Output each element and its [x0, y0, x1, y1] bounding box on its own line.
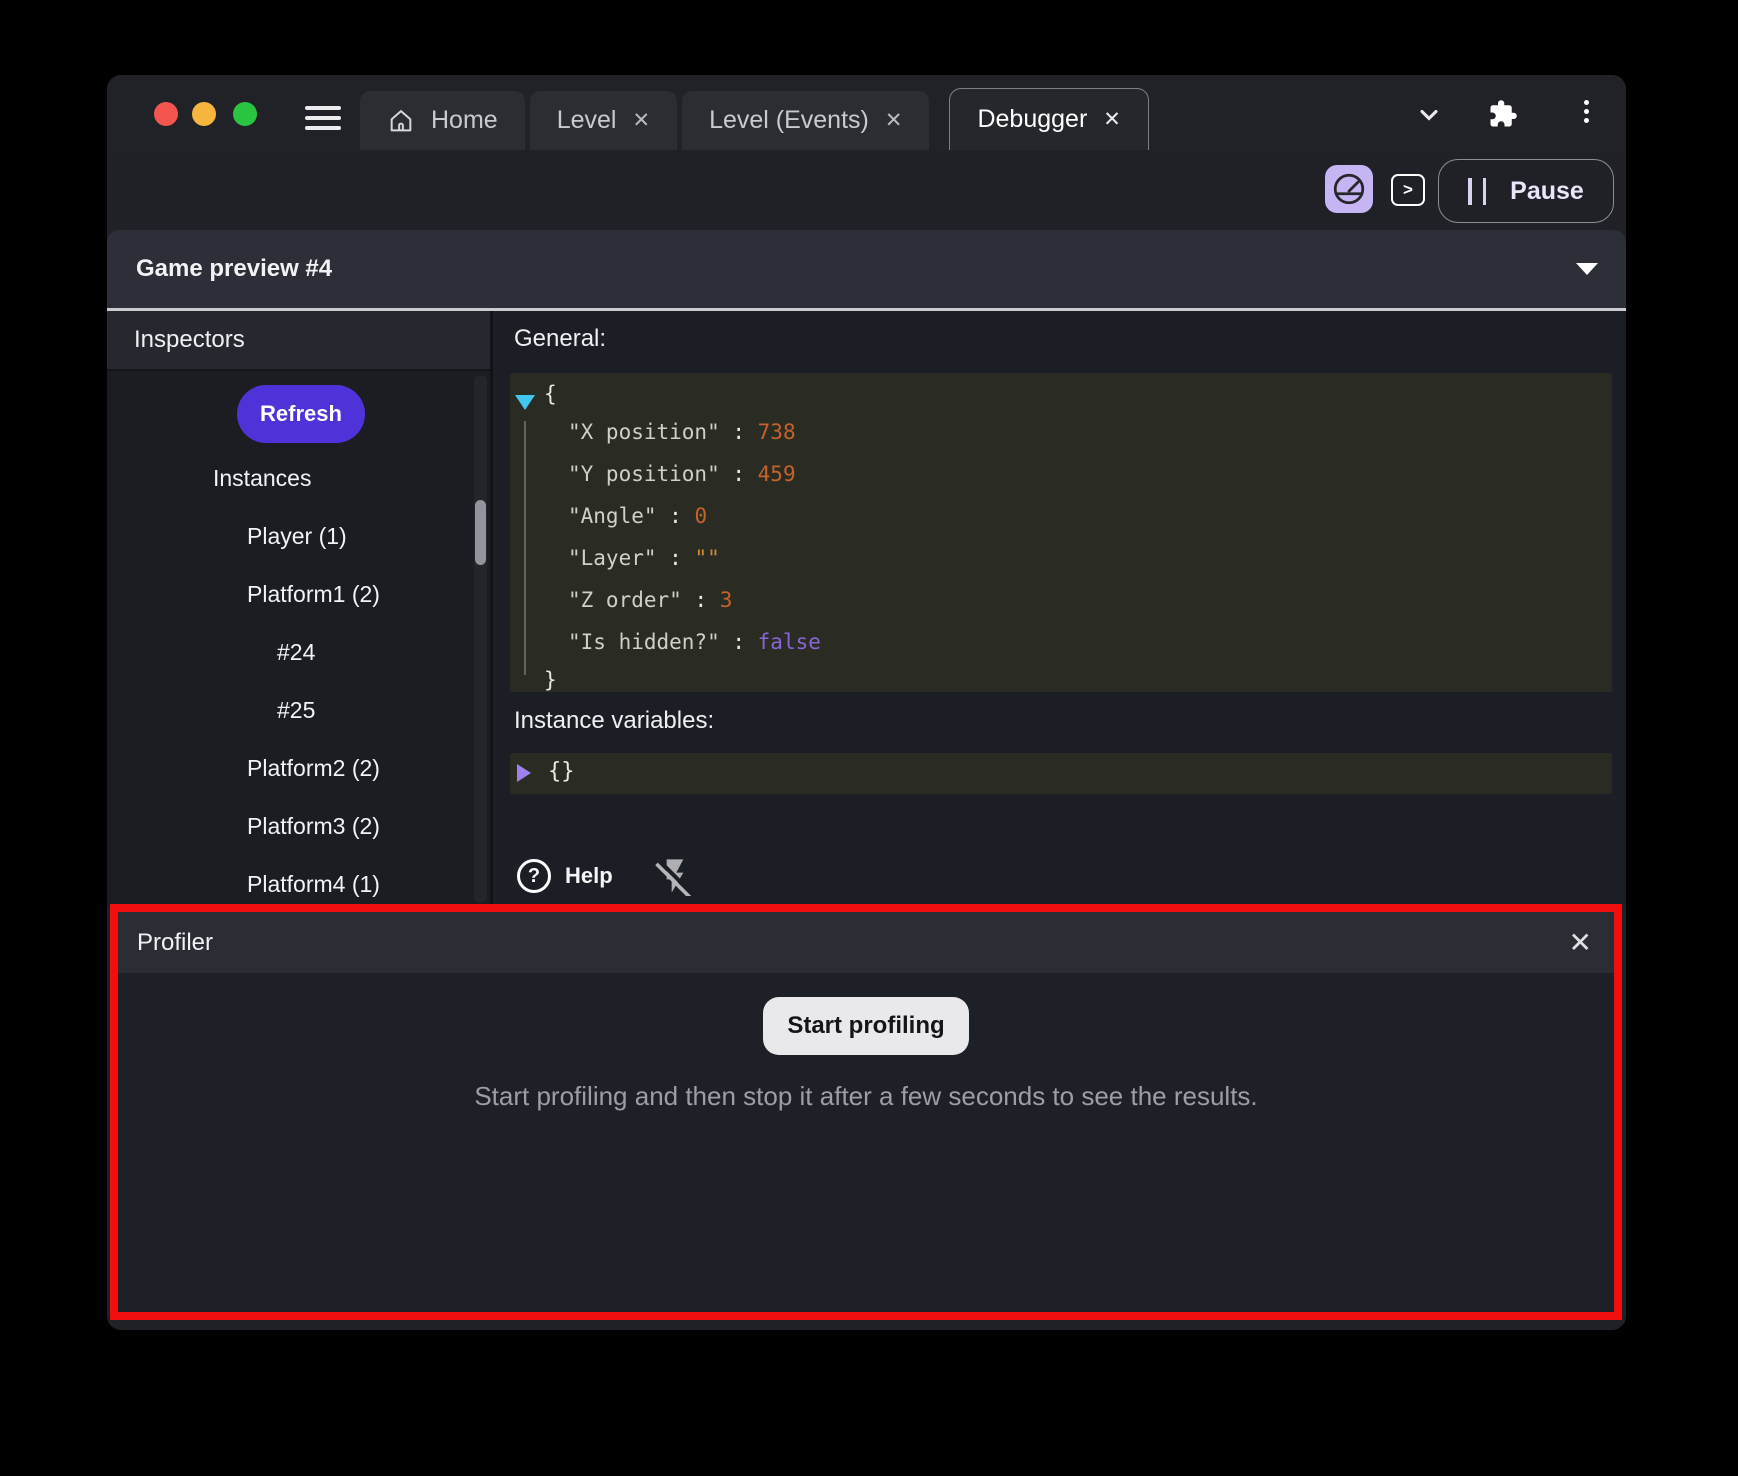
json-property-row: "X position" : 738: [544, 411, 1602, 453]
tab-home[interactable]: Home: [360, 91, 525, 150]
inspector-tree: InstancesPlayer (1)Platform1 (2)#24#25Pl…: [107, 449, 470, 907]
titlebar: Home Level ✕ Level (Events) ✕ Debugger ✕: [107, 75, 1626, 150]
game-preview-title: Game preview #4: [136, 230, 332, 308]
json-property-row: "Angle" : 0: [544, 495, 1602, 537]
tree-item[interactable]: Instances: [107, 449, 470, 507]
profiler-hint: Start profiling and then stop it after a…: [118, 1081, 1614, 1112]
tree-item[interactable]: #24: [107, 623, 470, 681]
home-icon: [387, 107, 415, 135]
more-options-kebab-icon[interactable]: [1581, 100, 1591, 127]
console-icon[interactable]: >: [1391, 174, 1425, 206]
pause-button[interactable]: Pause: [1438, 159, 1614, 223]
inspectors-header: Inspectors: [107, 311, 490, 371]
traffic-light-zoom[interactable]: [233, 102, 257, 126]
app-window: Home Level ✕ Level (Events) ✕ Debugger ✕: [107, 75, 1626, 1330]
tree-item[interactable]: Platform3 (2): [107, 797, 470, 855]
tree-item[interactable]: Platform1 (2): [107, 565, 470, 623]
collapsed-arrow-icon[interactable]: [517, 764, 531, 782]
indent-guide: [524, 421, 526, 675]
traffic-light-minimize[interactable]: [192, 102, 216, 126]
empty-object-value: {}: [548, 759, 575, 784]
tab-label: Level: [557, 106, 617, 135]
main-area: Inspectors Refresh InstancesPlayer (1)Pl…: [107, 311, 1626, 907]
hamburger-menu-icon[interactable]: [305, 106, 341, 131]
flash-off-icon[interactable]: [655, 856, 695, 896]
profiler-header: Profiler ✕: [118, 912, 1614, 973]
help-row: ? Help: [517, 855, 695, 897]
json-property-row: "Layer" : "": [544, 537, 1602, 579]
close-icon[interactable]: ✕: [885, 108, 903, 133]
tree-item[interactable]: Platform4 (1): [107, 855, 470, 907]
inspectors-title: Inspectors: [134, 311, 245, 369]
desktop-background: Home Level ✕ Level (Events) ✕ Debugger ✕: [0, 0, 1738, 1476]
inspector-content: General: {"X position" : 738"Y position"…: [493, 311, 1626, 907]
profiler-panel: Profiler ✕ Start profiling Start profili…: [110, 904, 1622, 1320]
tab-bar: Home Level ✕ Level (Events) ✕ Debugger ✕: [360, 88, 1154, 150]
general-section-label: General:: [514, 325, 606, 353]
refresh-button[interactable]: Refresh: [237, 385, 365, 443]
tree-item[interactable]: Player (1): [107, 507, 470, 565]
extensions-puzzle-icon[interactable]: [1488, 99, 1518, 129]
close-icon[interactable]: ✕: [1103, 107, 1121, 132]
tree-item[interactable]: Platform2 (2): [107, 739, 470, 797]
tab-level-events[interactable]: Level (Events) ✕: [682, 91, 929, 150]
tab-label: Home: [431, 106, 498, 135]
instance-variables-label: Instance variables:: [514, 707, 714, 735]
json-brace-row: }: [544, 663, 1602, 697]
profiler-gauge-icon[interactable]: [1325, 165, 1373, 213]
tab-debugger[interactable]: Debugger ✕: [949, 88, 1148, 150]
expand-collapse-icon[interactable]: [515, 395, 535, 410]
json-view-rows: {"X position" : 738"Y position" : 459"An…: [544, 377, 1602, 697]
sidebar-scrollbar-thumb[interactable]: [475, 500, 486, 565]
general-json-viewer: {"X position" : 738"Y position" : 459"An…: [510, 373, 1612, 692]
tree-item[interactable]: #25: [107, 681, 470, 739]
pause-icon: [1468, 178, 1486, 205]
game-preview-header[interactable]: Game preview #4: [107, 230, 1626, 308]
tab-label: Level (Events): [709, 106, 869, 135]
json-property-row: "Y position" : 459: [544, 453, 1602, 495]
instance-variables-viewer: {}: [510, 753, 1612, 794]
caret-down-icon[interactable]: [1576, 263, 1598, 275]
json-property-row: "Z order" : 3: [544, 579, 1602, 621]
inspectors-sidebar: Inspectors Refresh InstancesPlayer (1)Pl…: [107, 311, 490, 907]
sidebar-scrollbar-track[interactable]: [474, 375, 487, 903]
tab-label: Debugger: [977, 105, 1087, 134]
help-question-icon[interactable]: ?: [517, 859, 551, 893]
profiler-title: Profiler: [137, 912, 213, 973]
close-icon[interactable]: ✕: [1569, 912, 1592, 973]
profiler-body: Start profiling Start profiling and then…: [118, 973, 1614, 1112]
help-label[interactable]: Help: [565, 863, 613, 889]
start-profiling-button[interactable]: Start profiling: [763, 997, 968, 1055]
traffic-light-close[interactable]: [154, 102, 178, 126]
chevron-down-icon[interactable]: [1415, 101, 1443, 129]
json-brace-row: {: [544, 377, 1602, 411]
debugger-toolbar: > Pause: [107, 150, 1626, 230]
pause-label: Pause: [1510, 177, 1584, 206]
json-property-row: "Is hidden?" : false: [544, 621, 1602, 663]
close-icon[interactable]: ✕: [632, 108, 650, 133]
tab-level[interactable]: Level ✕: [530, 91, 677, 150]
